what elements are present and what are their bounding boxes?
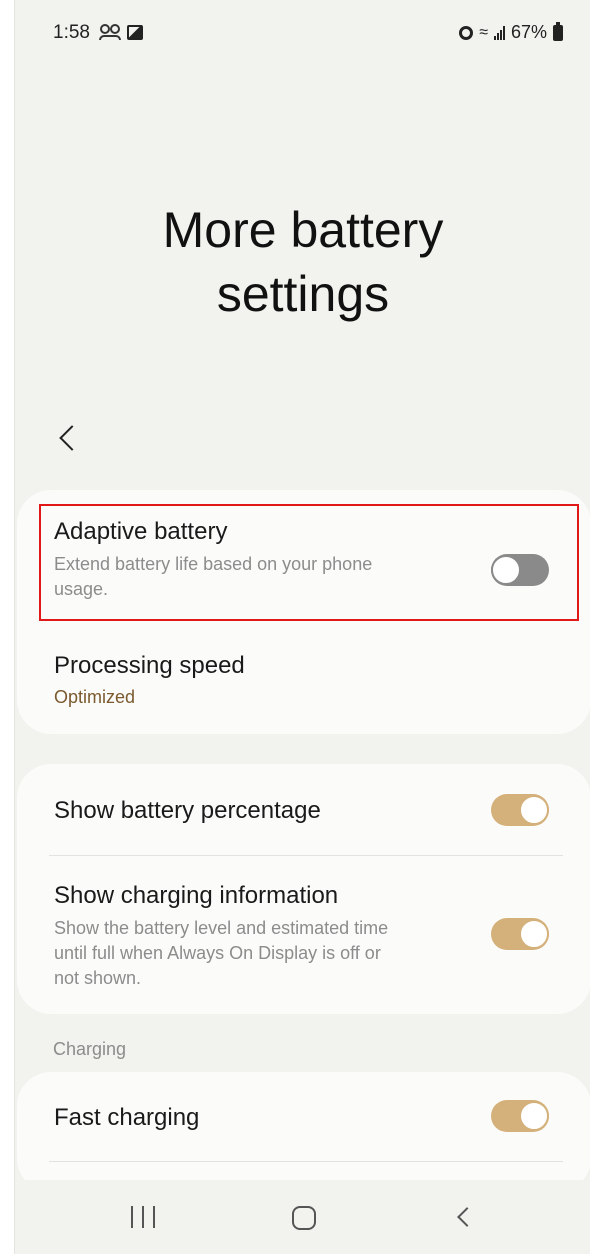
highlight-box: [39, 504, 579, 621]
settings-card-charging: Fast charging: [17, 1072, 590, 1192]
wifi-icon: ≈: [479, 23, 488, 41]
toggle-knob: [519, 1101, 549, 1131]
show-battery-percentage-toggle[interactable]: [491, 794, 549, 826]
recents-button[interactable]: [131, 1206, 155, 1230]
signal-icon: [493, 25, 505, 40]
back-button[interactable]: [53, 418, 83, 458]
show-charging-information-toggle[interactable]: [491, 918, 549, 950]
people-icon: [99, 24, 121, 40]
show-charging-information-row[interactable]: Show charging information Show the batte…: [17, 856, 590, 1014]
status-time: 1:58: [53, 22, 90, 43]
navigation-bar: [15, 1180, 590, 1254]
divider: [49, 1161, 563, 1162]
battery-icon: [553, 21, 563, 41]
battery-percent: 67%: [510, 22, 547, 42]
toggle-knob: [519, 919, 549, 949]
nav-back-button[interactable]: [457, 1207, 477, 1227]
show-battery-percentage-row[interactable]: Show battery percentage: [17, 764, 590, 856]
show-battery-percentage-title: Show battery percentage: [54, 797, 321, 824]
processing-speed-title: Processing speed: [54, 652, 245, 679]
processing-speed-value: Optimized: [54, 687, 136, 707]
fast-charging-toggle[interactable]: [491, 1100, 549, 1132]
fast-charging-row[interactable]: Fast charging: [17, 1072, 590, 1162]
page-title: More battery settings: [162, 202, 444, 322]
show-charging-information-subtitle: Show the battery level and estimated tim…: [54, 918, 389, 988]
processing-speed-row[interactable]: Processing speed Optimized: [17, 640, 590, 720]
alarm-icon: [459, 25, 474, 40]
screen: 1:58 ≈ 67% More battery settings Adaptiv…: [14, 0, 590, 1254]
show-charging-information-title: Show charging information: [54, 882, 339, 909]
gallery-icon: [127, 24, 143, 40]
settings-card-display: Show battery percentage Show charging in…: [17, 764, 590, 1014]
fast-charging-title: Fast charging: [54, 1104, 200, 1131]
status-icons-right: ≈ 67%: [459, 21, 563, 43]
charging-section-header: Charging: [53, 1039, 127, 1059]
home-button[interactable]: [292, 1206, 316, 1230]
status-icons-left: [99, 24, 143, 40]
toggle-knob: [519, 795, 549, 825]
